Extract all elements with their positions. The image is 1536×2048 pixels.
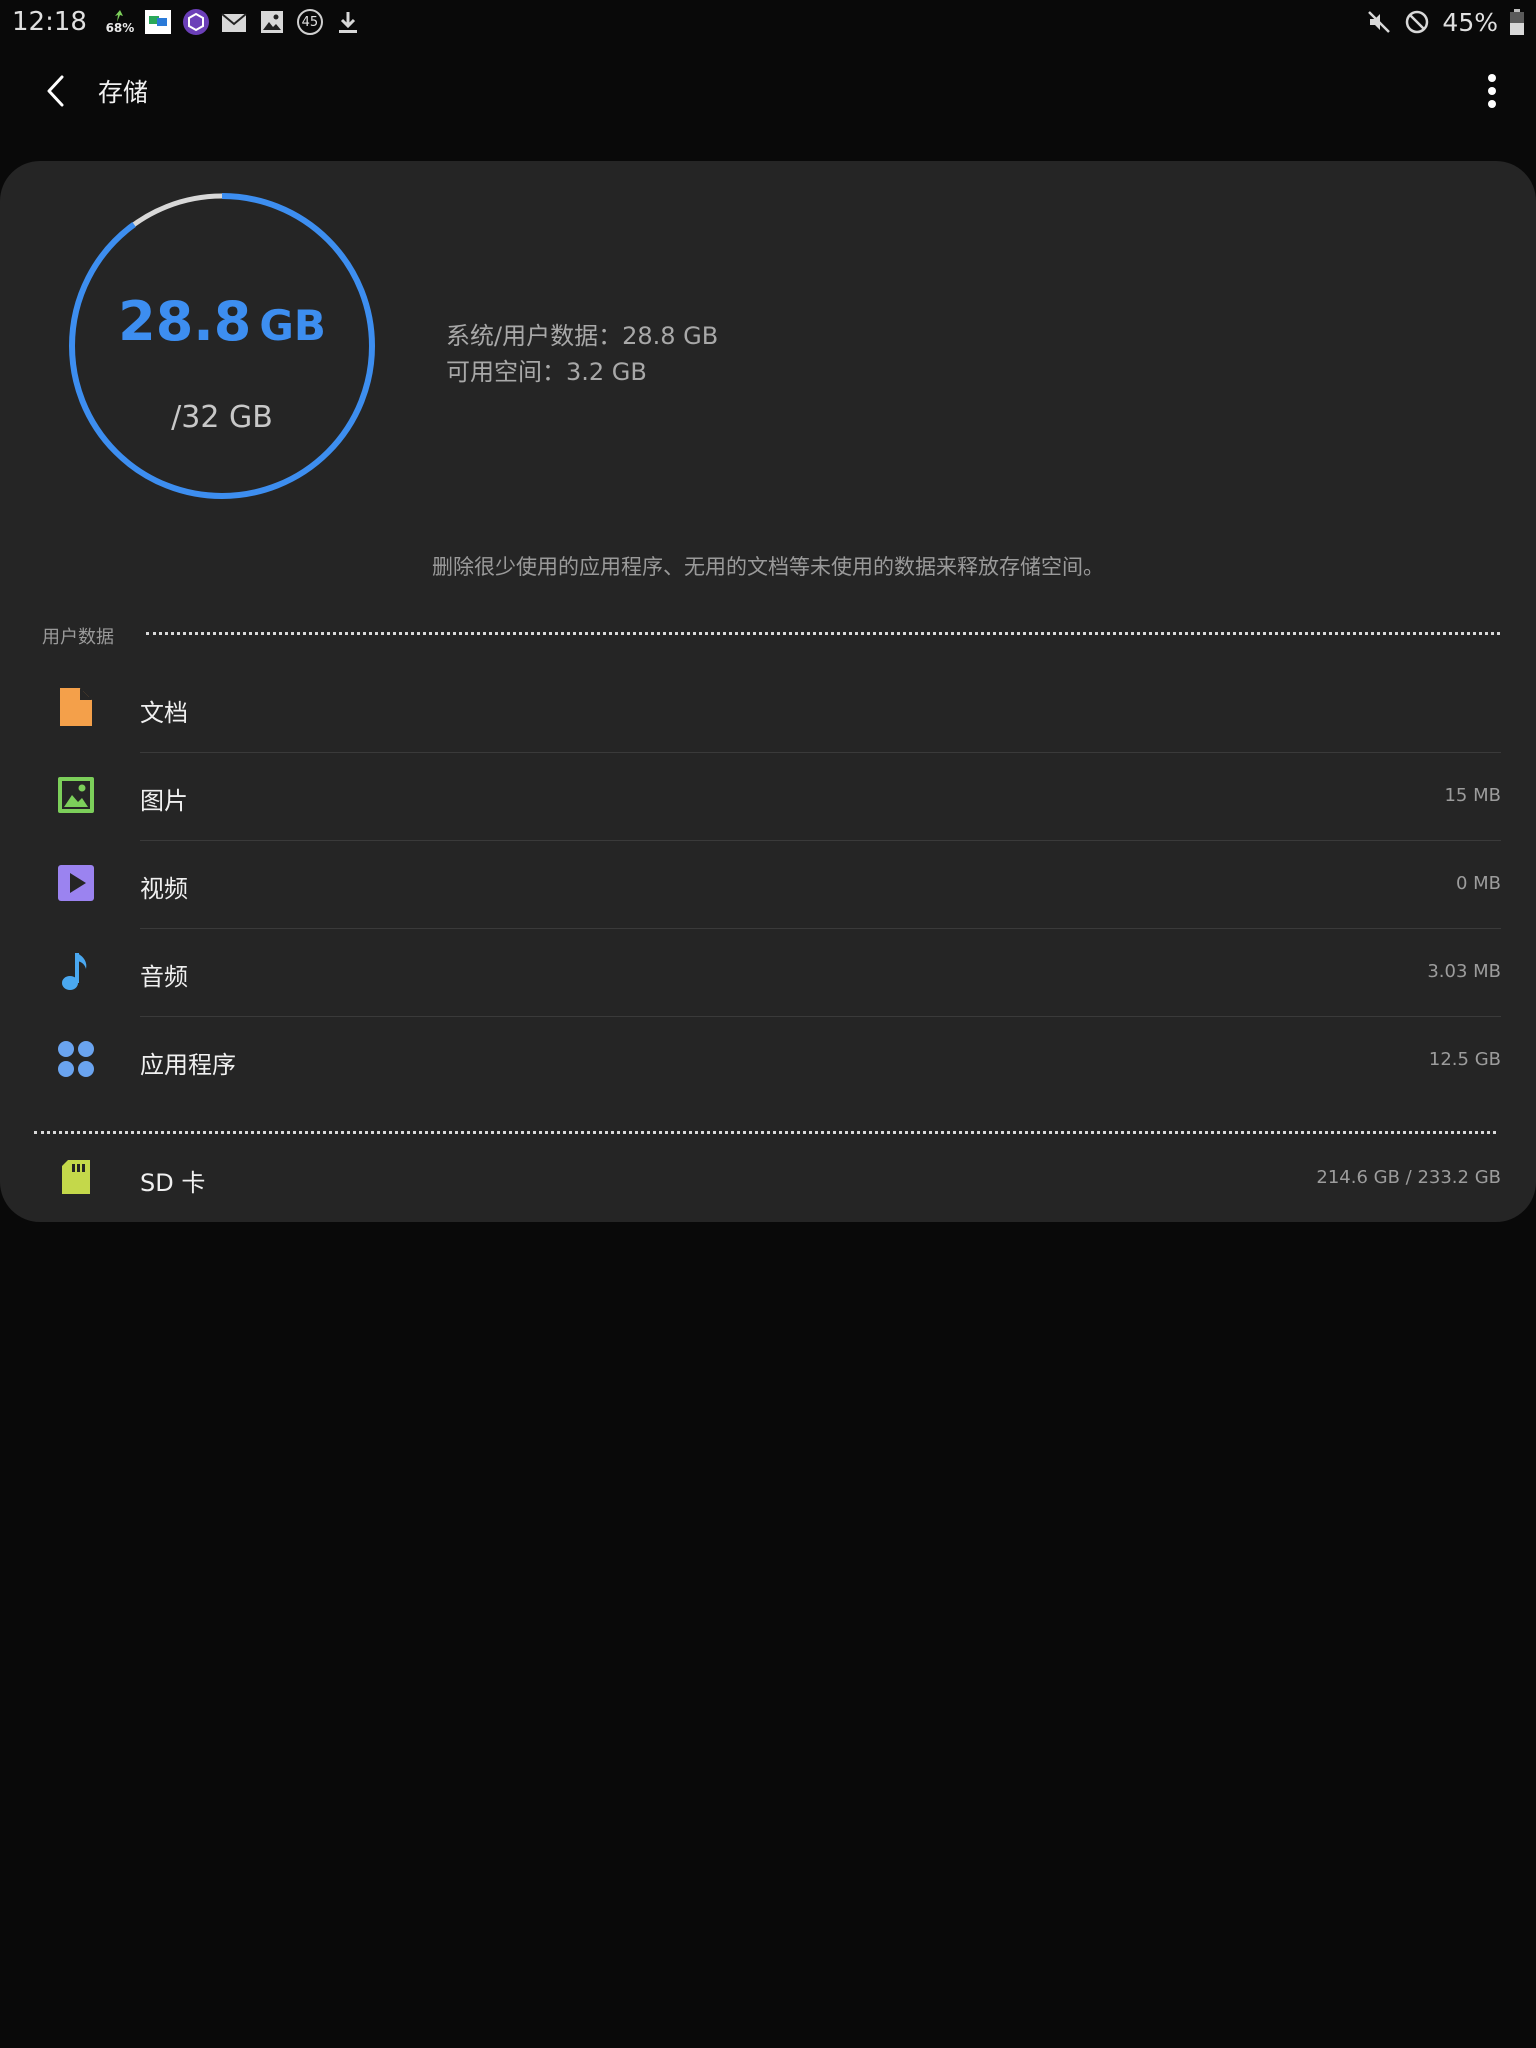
do-not-disturb-icon <box>1404 9 1430 35</box>
total-capacity: /32 GB <box>171 400 273 435</box>
battery-percent: 45% <box>1442 7 1498 37</box>
list-item-label: 文档 <box>140 699 188 727</box>
back-button[interactable] <box>30 65 82 117</box>
data-usage-icon: 68% <box>105 9 135 35</box>
list-item-images[interactable]: 图片 15 MB <box>0 753 1536 841</box>
list-item-label: 音频 <box>140 963 188 991</box>
badge-45-icon: 45 <box>296 9 323 35</box>
gallery-icon <box>259 9 285 35</box>
more-vert-icon <box>1488 74 1496 108</box>
list-item-size: 12.5 GB <box>1428 1049 1501 1070</box>
used-amount: 28.8 GB <box>66 290 378 353</box>
app-notification-icon <box>144 9 171 35</box>
sd-card-usage: 214.6 GB / 233.2 GB <box>1316 1167 1501 1188</box>
storage-hint: 删除很少使用的应用程序、无用的文档等未使用的数据来释放存储空间。 <box>432 555 1104 579</box>
status-bar: 12:18 68% 45 45% <box>0 0 1536 44</box>
list-item-apps[interactable]: 应用程序 12.5 GB <box>0 1017 1536 1105</box>
list-item-documents[interactable]: 文档 <box>0 665 1536 753</box>
status-bar-left: 12:18 68% 45 <box>12 7 361 37</box>
music-note-icon <box>56 951 96 991</box>
download-icon <box>335 9 361 35</box>
list-item-label: 图片 <box>140 787 188 815</box>
section-divider <box>146 632 1500 635</box>
available-space-stat: 可用空间：3.2 GB <box>446 358 647 386</box>
system-user-data-stat: 系统/用户数据：28.8 GB <box>446 322 719 350</box>
video-icon <box>56 863 96 903</box>
data-usage-percent: 68% <box>105 21 135 35</box>
list-item-audio[interactable]: 音频 3.03 MB <box>0 929 1536 1017</box>
used-unit: GB <box>259 301 326 350</box>
vpn-icon <box>182 9 209 35</box>
more-options-button[interactable] <box>1470 65 1514 117</box>
sd-card-divider <box>34 1131 1496 1134</box>
used-value: 28.8 <box>118 290 252 353</box>
list-item-sd-card[interactable]: SD 卡 214.6 GB / 233.2 GB <box>0 1135 1536 1223</box>
list-item-label: 视频 <box>140 875 188 903</box>
image-icon <box>56 775 96 815</box>
mail-icon <box>221 9 247 35</box>
list-item-label: 应用程序 <box>140 1051 236 1079</box>
status-time: 12:18 <box>12 7 87 37</box>
section-header-user-data: 用户数据 <box>42 627 114 648</box>
apps-icon <box>56 1039 96 1079</box>
back-arrow-icon <box>47 75 64 107</box>
notification-count: 45 <box>301 14 319 30</box>
page-title: 存储 <box>98 78 149 107</box>
battery-icon <box>1510 9 1524 35</box>
storage-card: 28.8 GB /32 GB 系统/用户数据：28.8 GB 可用空间：3.2 G… <box>0 161 1536 1222</box>
list-item-size: 3.03 MB <box>1427 961 1501 982</box>
list-item-size: 15 MB <box>1444 785 1501 806</box>
document-icon <box>56 687 96 727</box>
list-item-videos[interactable]: 视频 0 MB <box>0 841 1536 929</box>
storage-ring: 28.8 GB /32 GB <box>66 190 378 502</box>
app-bar: 存储 <box>0 50 1536 132</box>
list-item-size: 0 MB <box>1455 873 1501 894</box>
sd-card-icon <box>56 1157 96 1197</box>
mute-icon <box>1366 9 1392 35</box>
sd-card-label: SD 卡 <box>140 1169 206 1197</box>
status-bar-right: 45% <box>1366 8 1524 37</box>
